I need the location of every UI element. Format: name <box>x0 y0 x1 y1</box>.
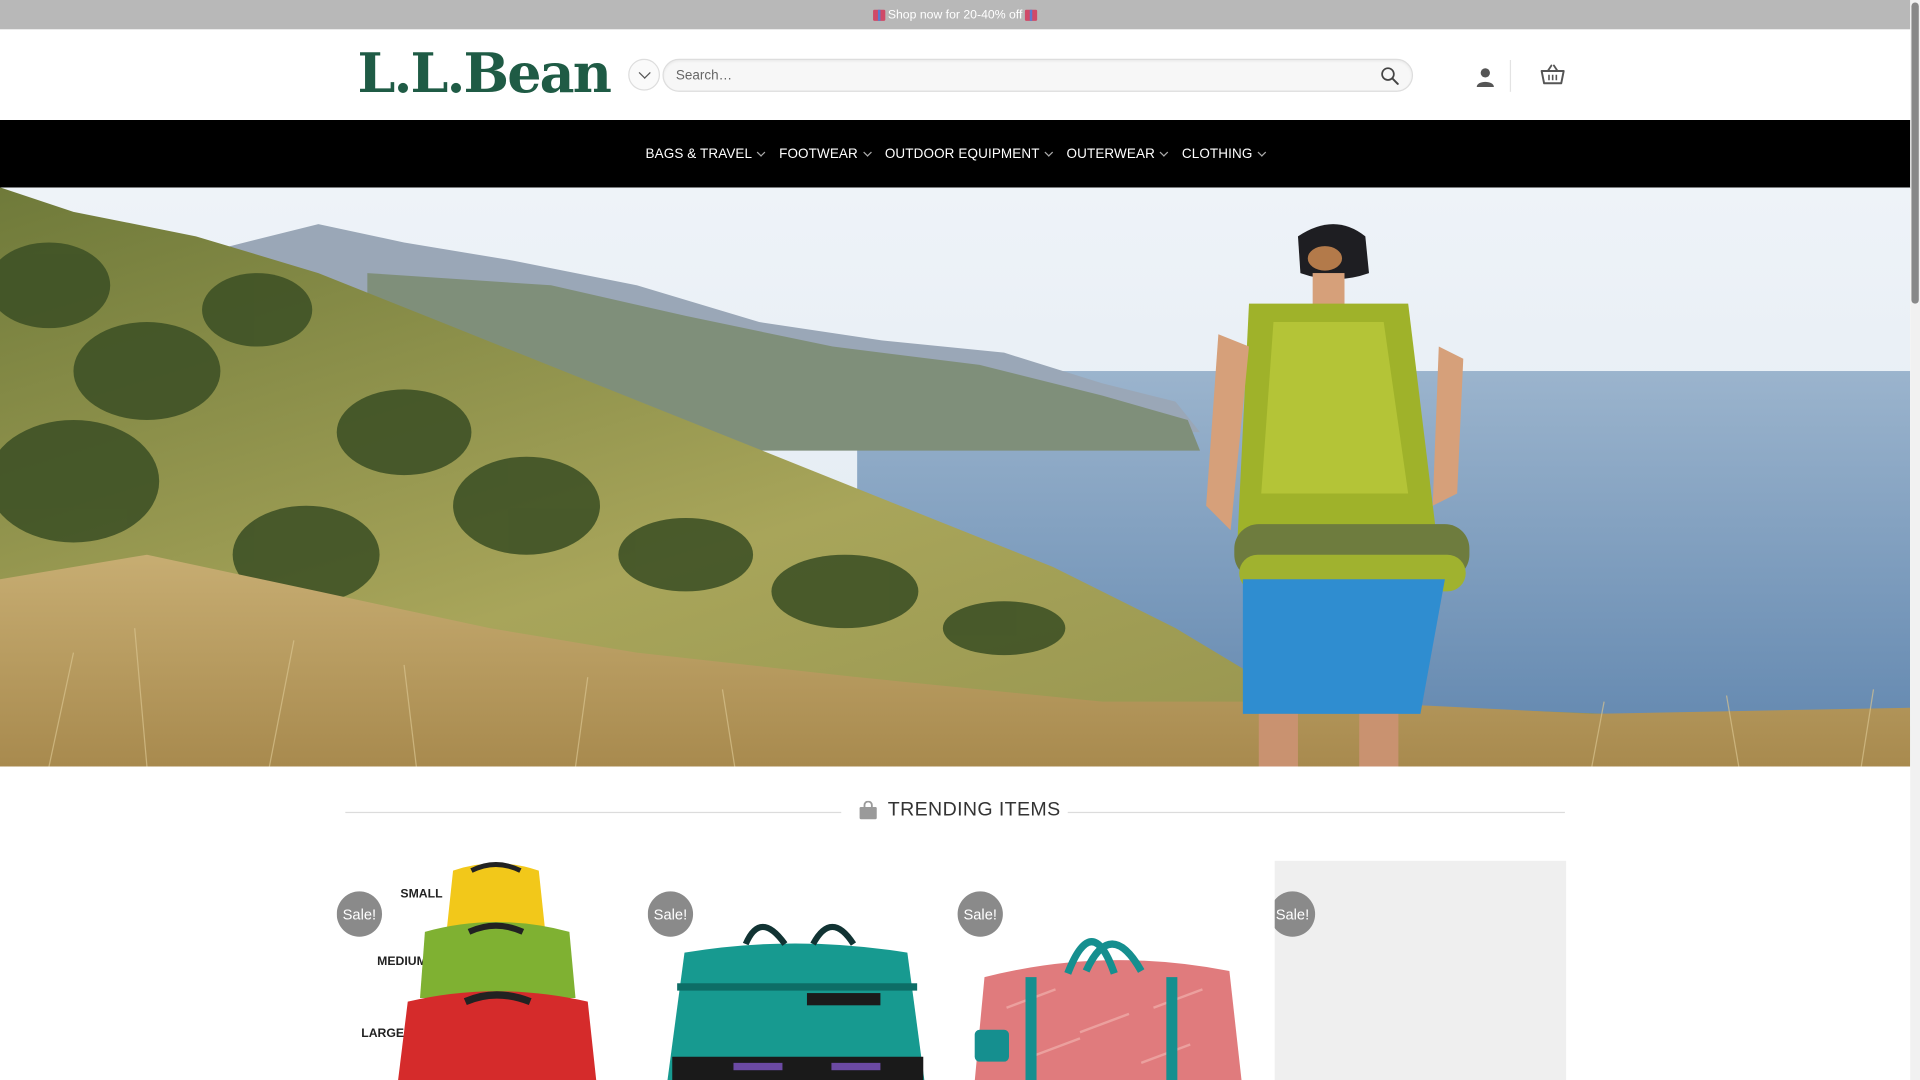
trending-section-heading: TRENDING ITEMS <box>345 796 1565 830</box>
announcement-text: Shop now for 20-40% off <box>887 7 1023 22</box>
nav-item-outerwear[interactable]: OUTERWEAR <box>1059 120 1174 189</box>
category-select[interactable] <box>628 58 661 91</box>
product-image-stacked-duffels: SMALL MEDIUM LARGE <box>361 862 597 1080</box>
announcement-bar: Shop now for 20-40% off <box>0 0 1911 30</box>
gift-icon <box>1024 9 1038 21</box>
chevron-down-icon <box>1159 148 1169 157</box>
chevron-down-icon <box>757 148 766 157</box>
account-icon[interactable] <box>1474 66 1496 88</box>
size-label-small: SMALL <box>400 887 443 901</box>
cart-icon[interactable] <box>1540 64 1565 86</box>
trending-title: TRENDING ITEMS <box>858 800 1060 822</box>
site-logo[interactable]: L.L.Bean <box>358 46 612 103</box>
chevron-down-icon <box>1044 148 1054 157</box>
page-scrollbar[interactable] <box>1910 0 1920 1080</box>
nav-item-label: BAGS & TRAVEL <box>645 146 753 162</box>
size-label-medium: MEDIUM <box>377 954 427 968</box>
hero-image <box>0 187 1911 767</box>
product-card[interactable]: Sale! <box>1274 860 1567 1080</box>
main-nav: BAGS & TRAVEL FOOTWEAR OUTDOOR EQUIPMENT… <box>0 120 1911 189</box>
trending-title-text: TRENDING ITEMS <box>887 799 1061 821</box>
nav-item-label: CLOTHING <box>1181 146 1253 162</box>
scrollbar-thumb[interactable] <box>1911 2 1919 304</box>
gift-icon <box>873 9 886 21</box>
divider-line <box>345 811 842 814</box>
chevron-down-icon <box>1257 148 1266 157</box>
product-image-pink-duffel <box>974 938 1242 1080</box>
hero-banner[interactable] <box>0 187 1911 767</box>
header-divider <box>1509 60 1512 92</box>
nav-item-bags-travel[interactable]: BAGS & TRAVEL <box>638 120 772 189</box>
nav-item-clothing[interactable]: CLOTHING <box>1175 120 1273 189</box>
shopping-bag-icon <box>859 800 877 820</box>
nav-item-label: OUTERWEAR <box>1066 146 1155 162</box>
search-box <box>662 58 1414 92</box>
chevron-down-icon <box>638 66 651 79</box>
search-input[interactable] <box>675 64 1362 87</box>
sale-badge: Sale! <box>957 891 1003 937</box>
product-image-teal-duffel <box>667 924 925 1080</box>
product-card[interactable]: Sale! <box>647 861 930 1080</box>
nav-item-outdoor-equipment[interactable]: OUTDOOR EQUIPMENT <box>877 120 1059 189</box>
search-icon[interactable] <box>1380 66 1400 86</box>
sale-badge: Sale! <box>647 891 694 937</box>
divider-line <box>1067 811 1565 814</box>
product-card[interactable]: Sale! <box>957 861 1246 1080</box>
site-header: L.L.Bean <box>0 29 1911 122</box>
product-grid: Sale! SMALL MEDIUM LARGE Sale! Sale! Sal… <box>336 860 1567 1080</box>
size-label-large: LARGE <box>361 1026 404 1040</box>
sale-badge: Sale! <box>336 891 383 937</box>
page-content: Shop now for 20-40% off L.L.Bean Search…… <box>0 0 1920 1080</box>
nav-item-label: FOOTWEAR <box>779 146 858 162</box>
page: Shop now for 20-40% off L.L.Bean Search…… <box>0 0 1920 1080</box>
product-card[interactable]: Sale! SMALL MEDIUM LARGE <box>336 861 619 1080</box>
chevron-down-icon <box>862 148 872 157</box>
nav-item-label: OUTDOOR EQUIPMENT <box>884 146 1040 162</box>
nav-item-footwear[interactable]: FOOTWEAR <box>772 120 878 189</box>
sale-badge: Sale! <box>1274 891 1316 937</box>
